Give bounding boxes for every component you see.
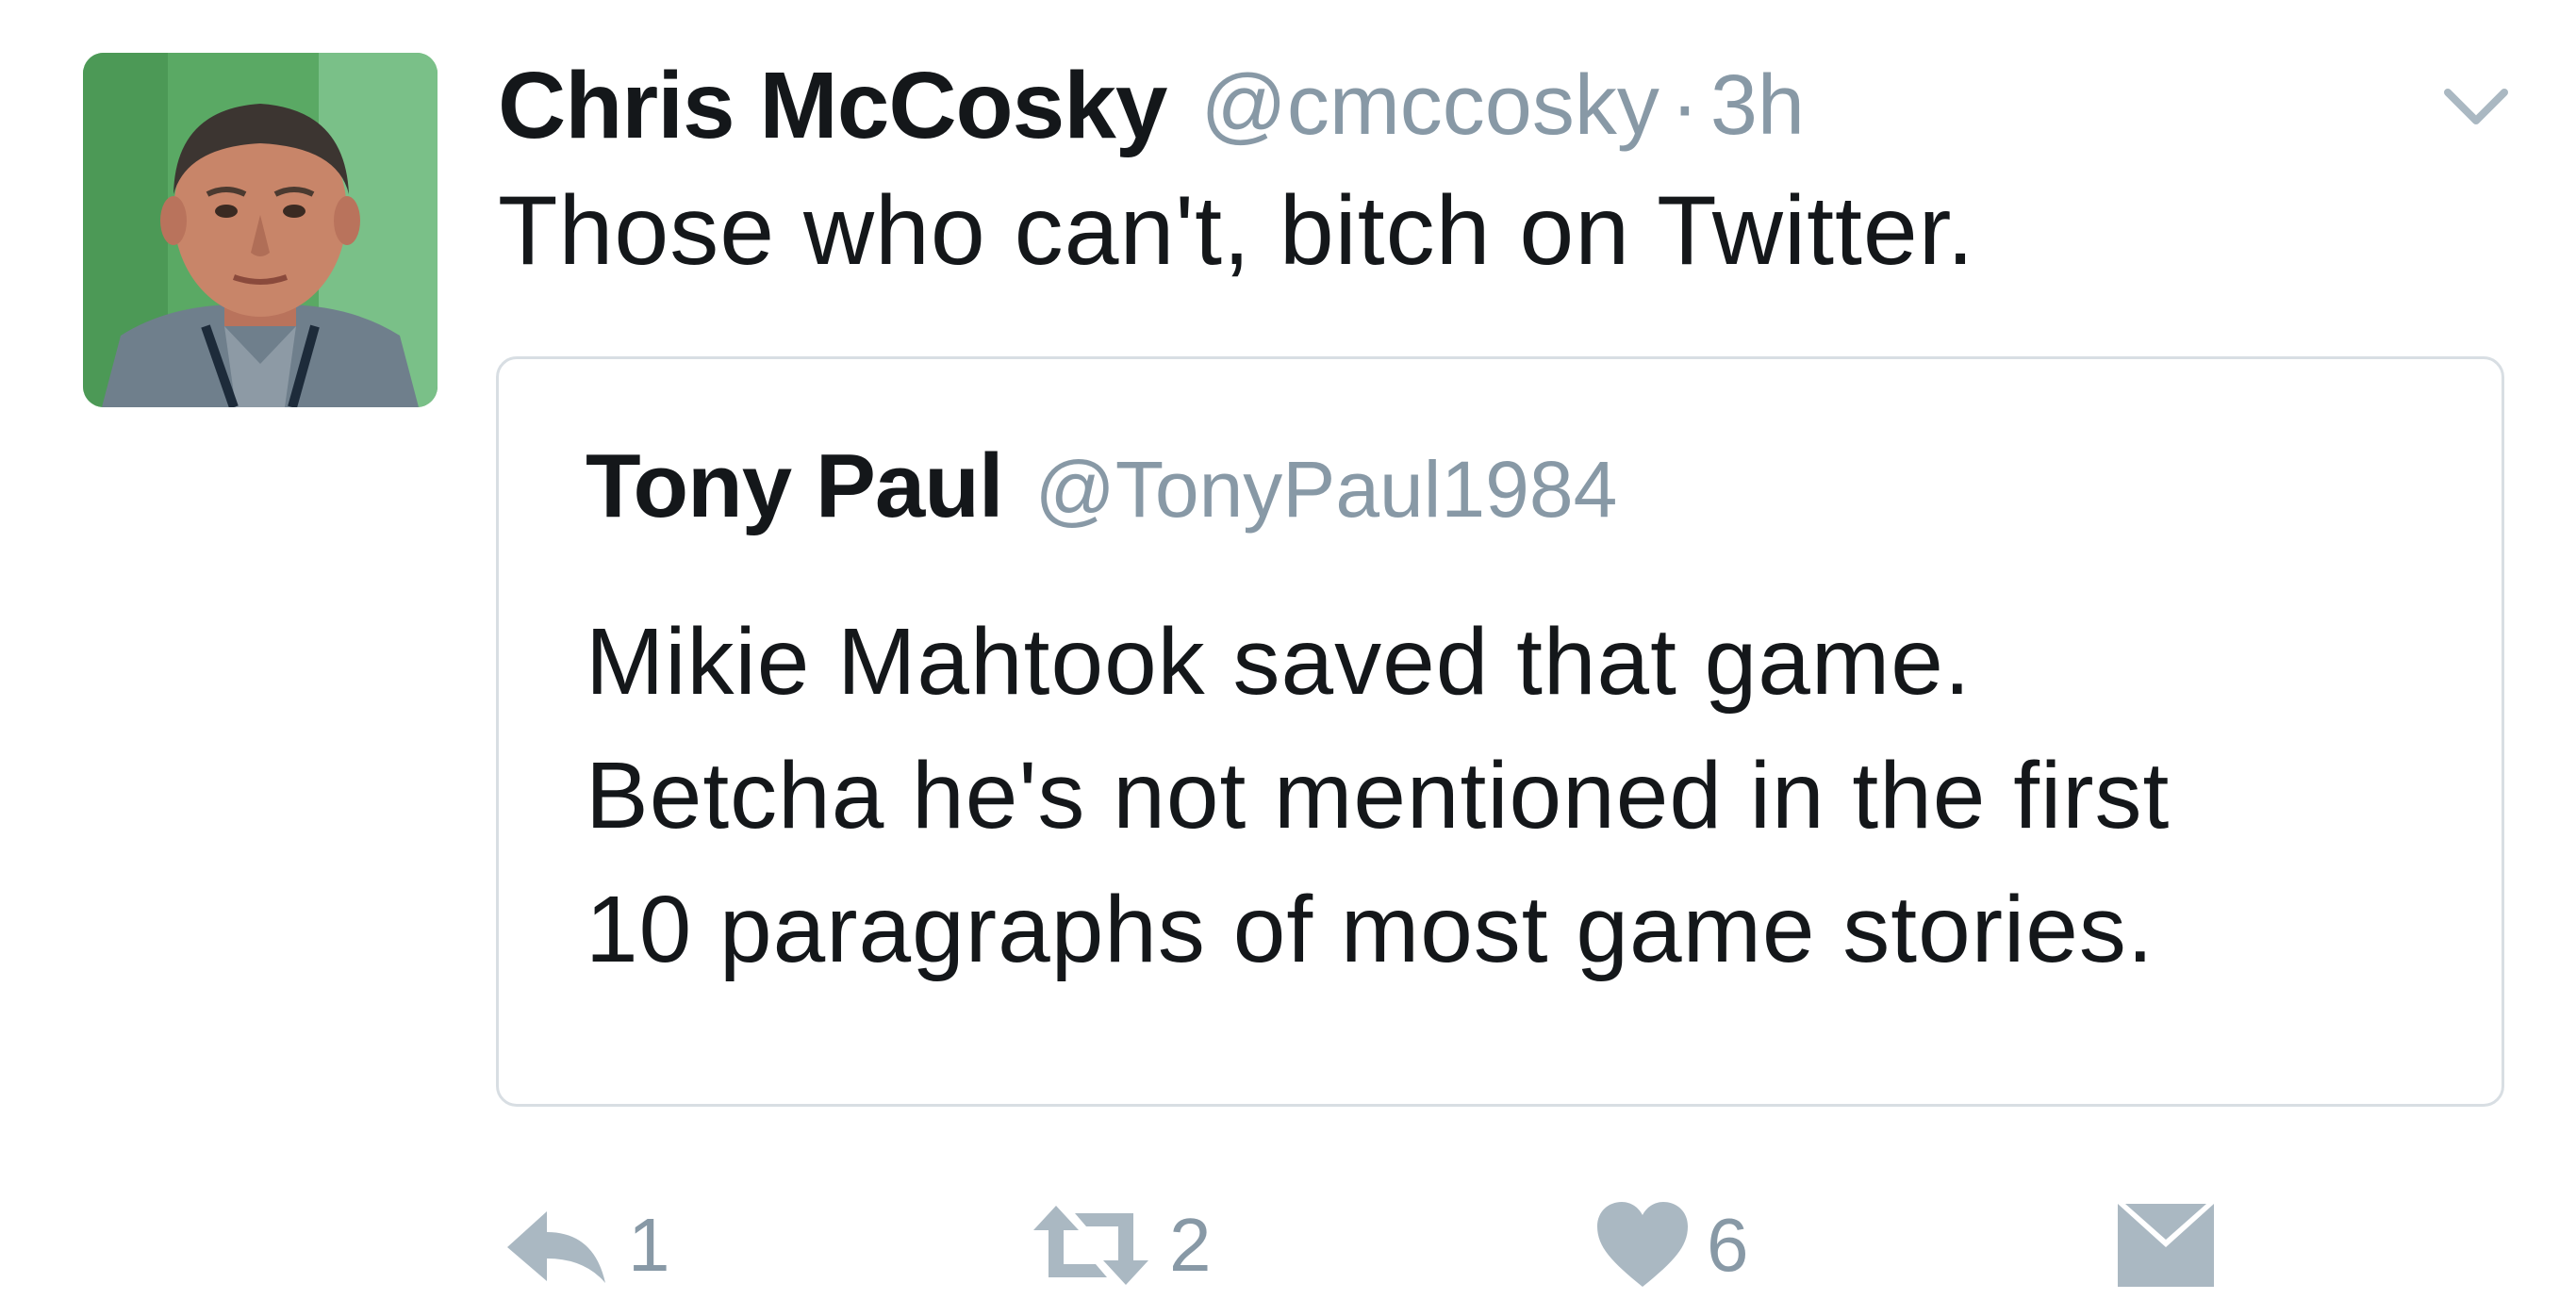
quoted-text-line: Mikie Mahtook saved that game.	[586, 609, 1972, 715]
tweet-header: Chris McCosky @cmccosky · 3h	[498, 40, 1805, 172]
direct-message-button[interactable]	[2116, 1193, 2216, 1297]
reply-icon	[507, 1211, 605, 1283]
quoted-author-name: Tony Paul	[586, 436, 1004, 536]
tweet-timestamp[interactable]: 3h	[1710, 58, 1805, 155]
avatar-photo	[83, 53, 438, 407]
retweet-icon	[1033, 1206, 1148, 1285]
reply-button[interactable]: 1	[504, 1193, 670, 1297]
like-button[interactable]: 6	[1593, 1193, 1749, 1297]
heart-icon	[1597, 1202, 1688, 1287]
reply-count: 1	[628, 1203, 670, 1287]
quoted-text-line: 10 paragraphs of most game stories.	[586, 877, 2155, 982]
tweet-actions: 1 2 6	[0, 1193, 2576, 1297]
separator-dot: ·	[1670, 58, 1699, 153]
envelope-icon	[2118, 1204, 2214, 1287]
author-name[interactable]: Chris McCosky	[498, 52, 1167, 160]
like-count: 6	[1707, 1203, 1749, 1287]
chevron-down-icon[interactable]	[2438, 68, 2514, 143]
quoted-author-handle: @TonyPaul1984	[1034, 445, 1618, 534]
quoted-tweet-card[interactable]: Tony Paul @TonyPaul1984 Mikie Mahtook sa…	[496, 356, 2504, 1107]
retweet-count: 2	[1169, 1203, 1212, 1287]
quoted-tweet-text: Mikie Mahtook saved that game. Betcha he…	[586, 595, 2452, 996]
quoted-tweet-header: Tony Paul @TonyPaul1984	[586, 435, 1617, 538]
author-handle[interactable]: @cmccosky	[1200, 58, 1659, 155]
author-avatar[interactable]	[83, 53, 438, 407]
retweet-button[interactable]: 2	[1028, 1193, 1212, 1297]
tweet-text: Those who can't, bitch on Twitter.	[498, 176, 1975, 286]
quoted-text-line: Betcha he's not mentioned in the first	[586, 743, 2171, 848]
